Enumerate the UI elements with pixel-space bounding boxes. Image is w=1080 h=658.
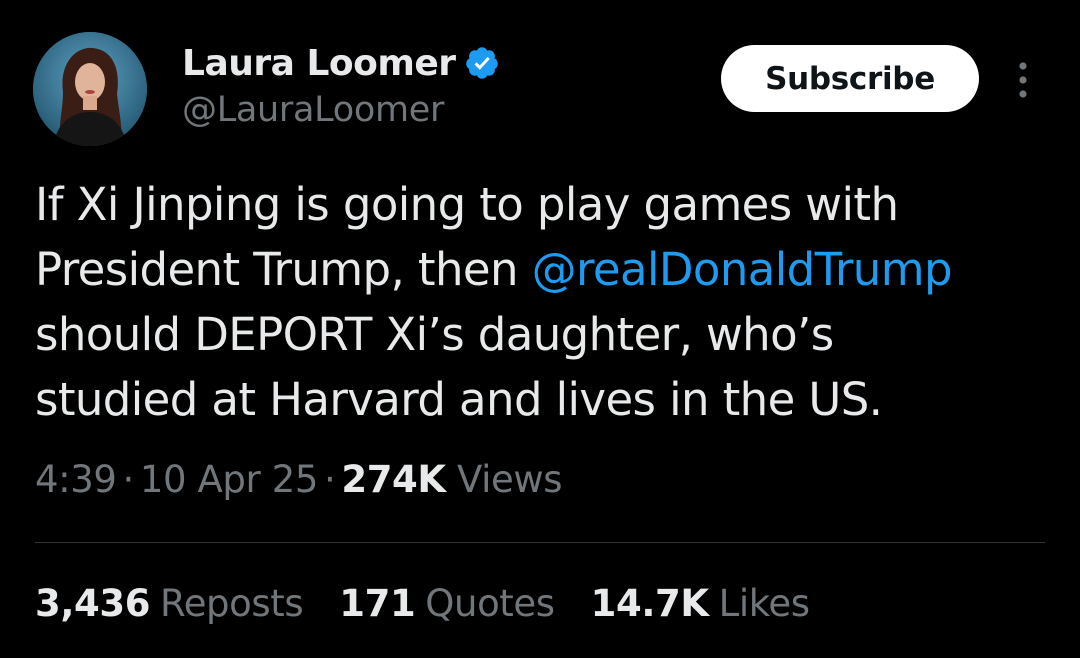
reposts-stat[interactable]: 3,436 Reposts (35, 582, 304, 625)
subscribe-button[interactable]: Subscribe (721, 45, 979, 112)
display-name[interactable]: Laura Loomer (182, 43, 456, 84)
views-count: 274K (341, 458, 446, 501)
reposts-label: Reposts (160, 582, 304, 625)
avatar[interactable] (33, 32, 147, 146)
tweet-line: should DEPORT Xi’s daughter, who’s (35, 308, 834, 361)
author-handle[interactable]: @LauraLoomer (182, 90, 444, 130)
more-vertical-icon[interactable] (1010, 56, 1036, 104)
tweet-line-text: President Trump, then (35, 243, 532, 296)
tweet-time[interactable]: 4:39 (35, 458, 117, 501)
divider (35, 542, 1045, 543)
tweet-line: studied at Harvard and lives in the US. (35, 373, 883, 426)
quotes-count: 171 (339, 582, 416, 625)
meta-separator: · (122, 458, 135, 501)
engagement-stats: 3,436 Reposts 171 Quotes 14.7K Likes (35, 582, 810, 625)
views-label: Views (457, 458, 563, 501)
author-name-row: Laura Loomer (182, 40, 500, 86)
likes-label: Likes (718, 582, 810, 625)
tweet-text: If Xi Jinping is going to play games wit… (35, 172, 1045, 432)
likes-count: 14.7K (590, 582, 709, 625)
profile-photo (33, 32, 147, 146)
quotes-label: Quotes (425, 582, 555, 625)
tweet-line: President Trump, then @realDonaldTrump (35, 237, 1045, 302)
tweet-line: If Xi Jinping is going to play games wit… (35, 178, 899, 231)
meta-separator: · (323, 458, 336, 501)
mention-link[interactable]: @realDonaldTrump (532, 243, 953, 296)
verified-badge-icon (465, 47, 498, 79)
tweet-date[interactable]: 10 Apr 25 (140, 458, 319, 501)
reposts-count: 3,436 (35, 582, 151, 625)
tweet-meta: 4:39 · 10 Apr 25 · 274K Views (35, 458, 563, 501)
likes-stat[interactable]: 14.7K Likes (591, 582, 810, 625)
quotes-stat[interactable]: 171 Quotes (339, 582, 555, 625)
